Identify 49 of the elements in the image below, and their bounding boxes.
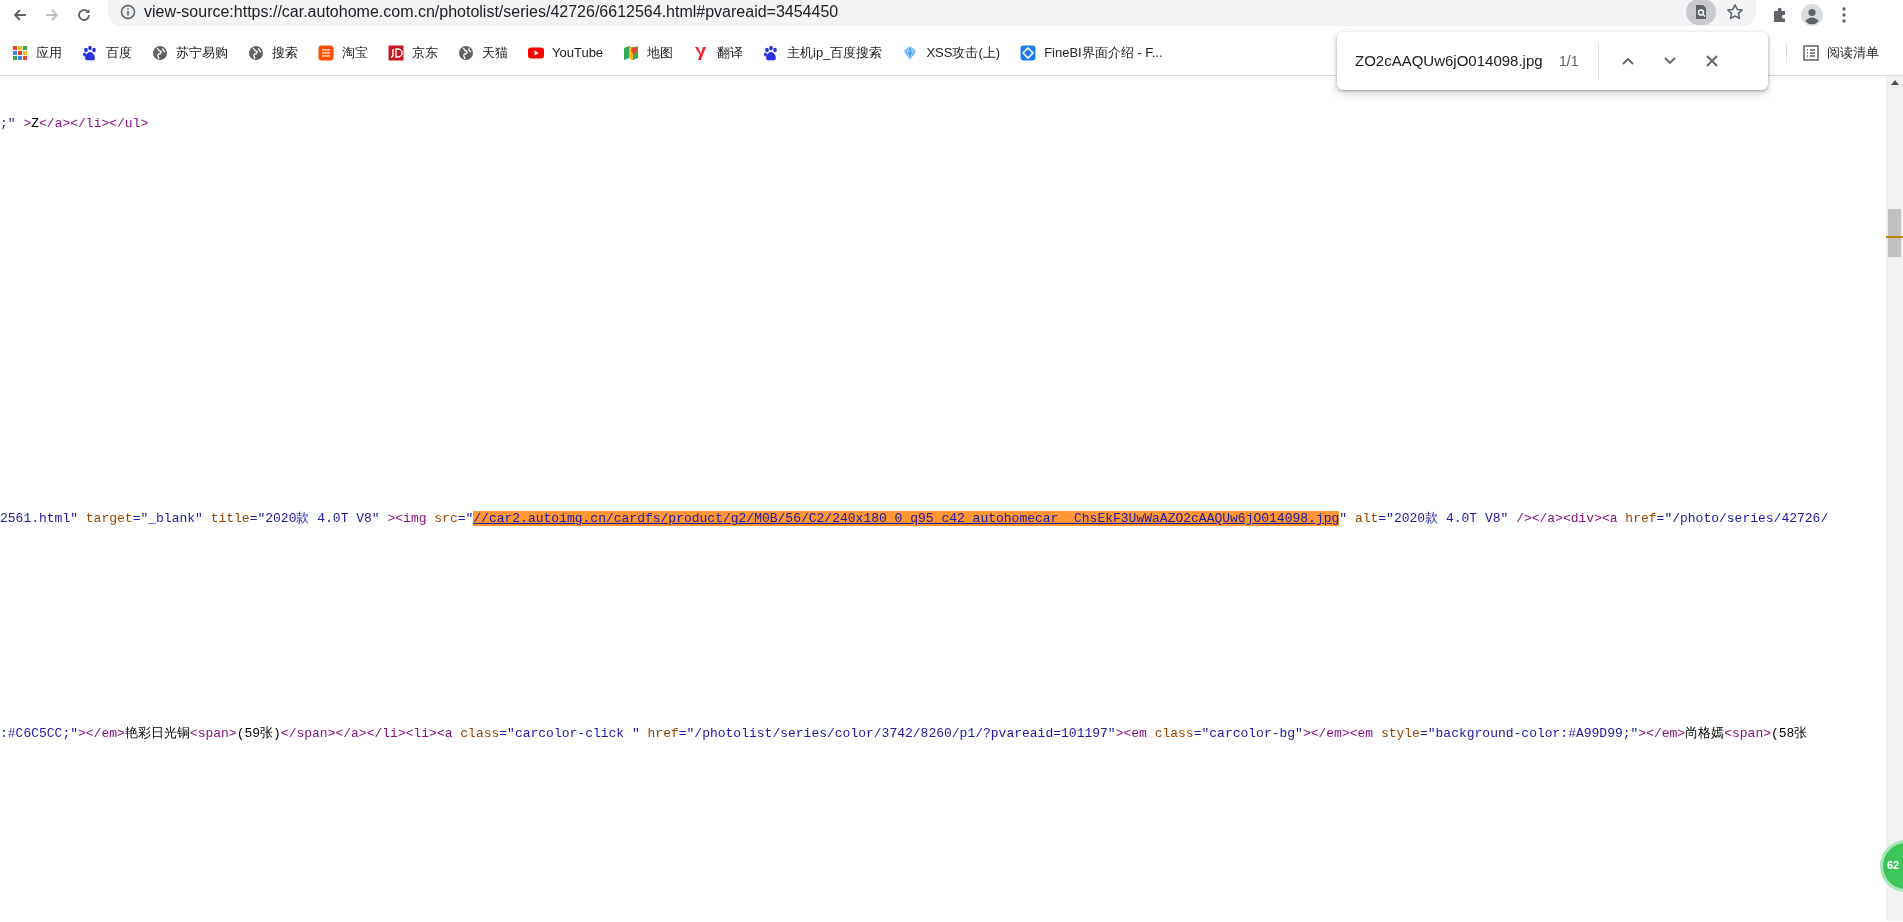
- scroll-up-icon: [1890, 80, 1899, 85]
- bookmark-link[interactable]: 天猫: [450, 38, 516, 67]
- match-count: 1/1: [1559, 51, 1579, 71]
- find-in-page-button[interactable]: [1686, 0, 1716, 25]
- reading-list-button[interactable]: 阅读清单: [1795, 38, 1887, 67]
- app-logo-icon: [1020, 44, 1037, 61]
- chevron-up-icon: [1621, 56, 1636, 66]
- source-line: ;" >Z</a></li></ul>: [0, 116, 149, 132]
- scrollbar-thumb[interactable]: [1888, 209, 1901, 257]
- bookmark-link[interactable]: FineBI界面介绍 - F...: [1012, 38, 1171, 67]
- app-logo-icon: [318, 44, 334, 61]
- map-icon: [623, 44, 640, 61]
- paw-icon: [763, 44, 780, 61]
- bookmark-link[interactable]: 地图: [615, 38, 682, 67]
- bookmark-link[interactable]: YouTube: [520, 38, 612, 67]
- bookmark-link[interactable]: 京东: [380, 38, 446, 67]
- bookmark-link[interactable]: 翻译: [685, 38, 752, 67]
- bookmark-link[interactable]: 百度: [74, 38, 140, 67]
- info-icon: [120, 4, 136, 20]
- bookmark-link[interactable]: 淘宝: [310, 38, 376, 67]
- chevron-down-icon: [1663, 56, 1678, 66]
- bookmark-link[interactable]: 苏宁易购: [144, 38, 236, 67]
- match-marker: [1886, 236, 1903, 238]
- find-field[interactable]: ZO2cAAQUw6jO014098.jpg: [1355, 49, 1555, 73]
- gem-icon: [902, 44, 919, 61]
- url-text: view-source:https://car.autohome.com.cn/photolist/series/42726/6612564.html#pvareaid=3454450: [144, 2, 840, 22]
- bookmark-link[interactable]: 主机ip_百度搜索: [755, 38, 891, 67]
- globe-icon: [248, 44, 264, 61]
- source-line: 2561.html" target="_blank" title="2020款 4.0T V8" ><img src="//car2.autoimg.cn/cardfs/product/g2/M0B/56/C2/240x180_0_q95_c42_autohomecar__ChsEkF3UwWaAZO2cAAQUw6jO014098.jpg" alt="2020款 4.0T V8" /></a><div><a href="/photo/series/42726/: [0, 511, 1829, 527]
- find-in-page-icon: [1693, 4, 1709, 20]
- paw-icon: [82, 44, 98, 61]
- reload-icon: [76, 7, 92, 23]
- forward-icon: [44, 7, 60, 23]
- globe-icon: [458, 44, 474, 61]
- bookmark-link[interactable]: XSS攻击(上): [894, 38, 1009, 67]
- close-icon: [1706, 55, 1719, 67]
- globe-icon: [152, 44, 168, 61]
- app-logo-icon: [388, 44, 404, 61]
- source-line: :#C6C5CC;"></em>艳彩日光铜<span>(59张)</span></a></li><li><a class="carcolor-click " href="/photolist/series/color/3742/8260/p1/?pvareaid=101197"><em class="carcolor-bg"></em><em style="background-color:#A99D99;"></em>尚格嫣<span>(58张: [0, 726, 1808, 742]
- menu-icon: [1842, 7, 1846, 23]
- list-icon: [1803, 44, 1819, 61]
- bookmark-link[interactable]: 搜索: [240, 38, 306, 67]
- apps-grid-icon: [12, 44, 28, 61]
- star-icon: [1726, 3, 1744, 21]
- back-icon: [12, 7, 28, 23]
- avatar-icon: [1801, 4, 1823, 26]
- scrollbar[interactable]: [1886, 76, 1903, 921]
- bookmark-link[interactable]: 应用: [4, 38, 70, 67]
- address-bar[interactable]: view-source:https://car.autohome.com.cn/photolist/series/42726/6612564.html#pvareaid=3454450: [108, 0, 1756, 26]
